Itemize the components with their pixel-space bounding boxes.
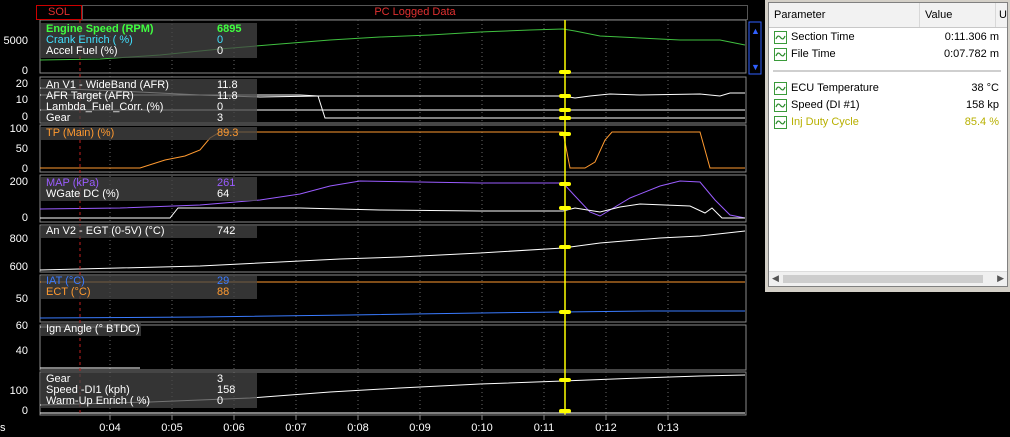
y-tick-label: 60 bbox=[15, 320, 28, 332]
param-row-inj-duty-cycle[interactable]: Inj Duty Cycle 85.4 % bbox=[769, 115, 1007, 131]
channel-name[interactable]: ECT (°C) bbox=[46, 286, 91, 298]
param-row-ecu-temperature[interactable]: ECU Temperature 38 °C bbox=[769, 81, 1007, 97]
trace-iat bbox=[39, 310, 745, 319]
param-value: 158 kp bbox=[965, 99, 999, 111]
y-tick-label: 0 bbox=[21, 405, 28, 417]
wave-chart-icon bbox=[774, 82, 787, 95]
param-name: Speed (DI #1) bbox=[791, 99, 860, 111]
scroll-left-icon[interactable]: ◀ bbox=[772, 273, 779, 284]
param-value: 38 °C bbox=[971, 82, 999, 94]
cursor-marker bbox=[559, 409, 571, 413]
channel-name[interactable]: Ign Angle (° BTDC) bbox=[46, 323, 140, 335]
logged-data-plot[interactable]: ▲ ▼ bbox=[0, 0, 763, 437]
channel-value: 64 bbox=[217, 188, 230, 200]
wave-chart-icon bbox=[774, 48, 787, 61]
scroll-up-icon[interactable]: ▲ bbox=[751, 26, 760, 36]
param-value: 85.4 % bbox=[964, 116, 999, 128]
channel-value: 88 bbox=[217, 286, 230, 298]
channel-name[interactable]: TP (Main) (%) bbox=[46, 127, 114, 139]
group-divider bbox=[773, 70, 1001, 72]
y-tick-label: 5000 bbox=[3, 35, 28, 47]
column-unit[interactable]: U bbox=[999, 9, 1007, 21]
channel-value: 0 bbox=[217, 395, 224, 407]
sol-indicator[interactable]: SOL bbox=[36, 5, 82, 20]
y-tick-label: 20 bbox=[15, 78, 28, 90]
y-tick-label: 0 bbox=[21, 65, 28, 77]
y-tick-label: 600 bbox=[9, 261, 28, 273]
channel-name[interactable]: Accel Fuel (%) bbox=[46, 45, 118, 57]
wave-chart-icon bbox=[774, 99, 787, 112]
x-tick-label: 0:08 bbox=[347, 422, 369, 434]
param-name: ECU Temperature bbox=[791, 82, 879, 94]
cursor-marker bbox=[559, 378, 571, 382]
cursor-marker bbox=[559, 132, 571, 136]
cursor-marker bbox=[559, 94, 571, 98]
channel-name[interactable]: Warm-Up Enrich ( %) bbox=[46, 395, 150, 407]
cursor-marker bbox=[559, 116, 571, 120]
cursor-marker bbox=[559, 108, 571, 112]
x-tick-label: 0:09 bbox=[409, 422, 431, 434]
y-tick-label: 50 bbox=[15, 293, 28, 305]
channel-value: 742 bbox=[217, 225, 236, 237]
channel-value: 0 bbox=[217, 45, 224, 57]
x-tick-label: 0:05 bbox=[161, 422, 183, 434]
x-tick-label: 0:06 bbox=[223, 422, 245, 434]
cursor-marker bbox=[559, 245, 571, 249]
y-tick-label: 0 bbox=[21, 111, 28, 123]
x-axis-unit: s bbox=[0, 422, 6, 434]
column-value[interactable]: Value bbox=[925, 9, 952, 21]
horizontal-scrollbar[interactable]: ◀ ▶ bbox=[769, 271, 1007, 286]
param-row-file-time[interactable]: File Time 0:07.782 m bbox=[769, 47, 1007, 63]
x-tick-label: 0:04 bbox=[99, 422, 121, 434]
x-tick-label: 0:07 bbox=[285, 422, 307, 434]
channel-name[interactable]: Gear bbox=[46, 112, 70, 124]
y-tick-label: 800 bbox=[9, 233, 28, 245]
param-name: Section Time bbox=[791, 31, 855, 43]
y-tick-label: 40 bbox=[15, 345, 28, 357]
channel-name[interactable]: WGate DC (%) bbox=[46, 188, 119, 200]
param-value: 0:11.306 m bbox=[944, 31, 999, 43]
param-row-speed[interactable]: Speed (DI #1) 158 kp bbox=[769, 98, 1007, 114]
cursor-marker bbox=[559, 182, 571, 186]
channel-value: 3 bbox=[217, 112, 224, 124]
parameter-panel[interactable]: Parameter Value U Section Time 0:11.306 … bbox=[765, 0, 1010, 292]
x-tick-label: 0:13 bbox=[657, 422, 679, 434]
channel-name[interactable]: An V2 - EGT (0-5V) (°C) bbox=[46, 225, 165, 237]
param-name: File Time bbox=[791, 48, 836, 60]
trace-wgate-dc bbox=[40, 203, 745, 219]
y-tick-label: 100 bbox=[9, 123, 28, 135]
time-cursor[interactable] bbox=[559, 20, 571, 415]
scrollbar-thumb[interactable] bbox=[783, 275, 983, 283]
cursor-marker bbox=[559, 310, 571, 314]
y-tick-label: 0 bbox=[21, 163, 28, 175]
x-tick-label: 0:11 bbox=[533, 422, 555, 434]
param-value: 0:07.782 m bbox=[943, 48, 999, 60]
param-row-section-time[interactable]: Section Time 0:11.306 m bbox=[769, 30, 1007, 46]
x-tick-label: 0:12 bbox=[595, 422, 617, 434]
scroll-right-icon[interactable]: ▶ bbox=[997, 273, 1004, 284]
wave-chart-icon bbox=[774, 116, 787, 129]
cursor-marker bbox=[559, 206, 571, 210]
y-tick-label: 50 bbox=[15, 143, 28, 155]
y-tick-label: 100 bbox=[9, 385, 28, 397]
channel-value: 89.3 bbox=[217, 127, 239, 139]
scroll-down-icon[interactable]: ▼ bbox=[751, 62, 760, 72]
wave-chart-icon bbox=[774, 31, 787, 44]
x-tick-label: 0:10 bbox=[471, 422, 493, 434]
chart-panel-frame bbox=[39, 324, 747, 371]
y-tick-label: 0 bbox=[21, 212, 28, 224]
cursor-marker bbox=[559, 70, 571, 74]
parameter-table-header[interactable]: Parameter Value U bbox=[769, 3, 1007, 28]
column-parameter[interactable]: Parameter bbox=[774, 9, 825, 21]
y-tick-label: 200 bbox=[9, 176, 28, 188]
y-tick-label: 10 bbox=[15, 94, 28, 106]
logged-data-chart-area[interactable]: ▲ ▼ SOL PC Logged Data Engine Speed (RPM… bbox=[0, 0, 763, 437]
page-title: PC Logged Data bbox=[82, 5, 748, 20]
param-name: Inj Duty Cycle bbox=[791, 116, 859, 128]
